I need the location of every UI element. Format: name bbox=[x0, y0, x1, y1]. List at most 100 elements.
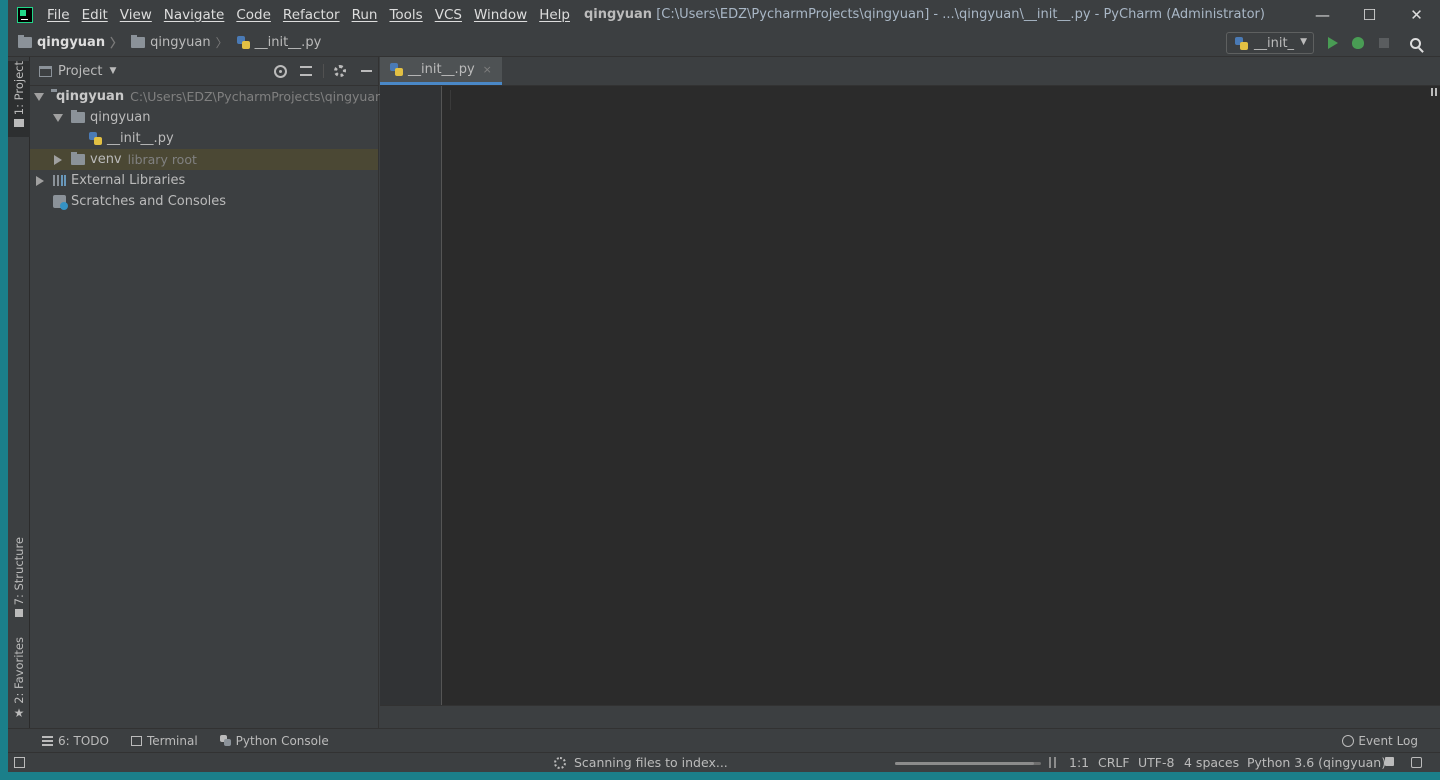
menu-edit[interactable]: Edit bbox=[82, 7, 108, 23]
bug-icon bbox=[1352, 37, 1364, 49]
pause-icon[interactable] bbox=[1049, 757, 1056, 768]
expand-arrow[interactable] bbox=[34, 92, 44, 101]
background-task-indicator[interactable]: Scanning files to index... bbox=[554, 755, 728, 770]
project-panel-title[interactable]: Project bbox=[58, 64, 102, 79]
tree-package-label: qingyuan bbox=[90, 110, 151, 125]
hide-panel-button[interactable] bbox=[358, 63, 374, 79]
run-configuration-dropdown[interactable]: __init_ ▼ bbox=[1226, 32, 1314, 54]
expand-arrow[interactable] bbox=[52, 154, 64, 165]
window-title-path: [C:\Users\EDZ\PycharmProjects\qingyuan] … bbox=[656, 7, 1265, 22]
menu-run[interactable]: Run bbox=[352, 7, 378, 23]
toggle-tool-windows-icon[interactable] bbox=[14, 757, 25, 768]
python-icon bbox=[1235, 36, 1248, 50]
file-encoding[interactable]: UTF-8 bbox=[1138, 755, 1174, 770]
python-console-tool-label: Python Console bbox=[235, 733, 329, 748]
package-folder-icon bbox=[71, 110, 85, 123]
breadcrumb-project[interactable]: qingyuan 〉 bbox=[18, 34, 122, 51]
menu-view[interactable]: View bbox=[120, 7, 152, 23]
tree-venv-label: venv bbox=[90, 152, 122, 167]
expand-arrow[interactable] bbox=[52, 113, 64, 122]
panel-settings-button[interactable] bbox=[332, 63, 348, 79]
search-everywhere-button[interactable] bbox=[1406, 34, 1424, 52]
tree-row-package[interactable]: qingyuan bbox=[30, 107, 378, 128]
tree-row-root[interactable]: qingyuan C:\Users\EDZ\PycharmProjects\qi… bbox=[30, 86, 383, 107]
python-interpreter[interactable]: Python 3.6 (qingyuan) bbox=[1247, 755, 1386, 770]
inspection-status-icon[interactable] bbox=[1431, 88, 1437, 96]
todo-list-icon bbox=[42, 735, 53, 746]
project-tool-tab[interactable]: 1: Project bbox=[8, 61, 30, 137]
chevron-down-icon[interactable]: ▼ bbox=[109, 66, 116, 76]
navigation-bar: qingyuan 〉 qingyuan 〉 __init__.py __init… bbox=[8, 29, 1440, 57]
close-window-button[interactable]: ✕ bbox=[1393, 0, 1440, 29]
search-icon bbox=[1409, 37, 1421, 49]
menu-help[interactable]: Help bbox=[539, 7, 570, 23]
editor-gutter bbox=[380, 86, 442, 705]
event-log-label: Event Log bbox=[1358, 734, 1418, 748]
debug-button[interactable] bbox=[1349, 34, 1367, 52]
close-tab-icon[interactable]: × bbox=[483, 63, 492, 76]
lock-icon[interactable] bbox=[1385, 757, 1394, 766]
pycharm-logo-icon bbox=[17, 6, 33, 23]
menu-vcs[interactable]: VCS bbox=[435, 7, 462, 23]
collapse-all-button[interactable] bbox=[298, 63, 314, 79]
structure-tool-tab-label: 7: Structure bbox=[12, 537, 26, 606]
locate-file-button[interactable] bbox=[272, 63, 288, 79]
python-file-icon bbox=[236, 36, 250, 49]
terminal-tool-button[interactable]: Terminal bbox=[130, 734, 198, 748]
star-icon: ★ bbox=[13, 705, 25, 720]
menu-refactor[interactable]: Refactor bbox=[283, 7, 340, 23]
indent-setting[interactable]: 4 spaces bbox=[1184, 755, 1239, 770]
tree-row-init-file[interactable]: __init__.py bbox=[30, 128, 378, 149]
left-tool-stripe: 1: Project 7: Structure 2: Favorites ★ bbox=[8, 57, 30, 751]
target-icon bbox=[273, 64, 287, 78]
maximize-button[interactable]: ☐ bbox=[1346, 0, 1393, 29]
indexing-progress-bar bbox=[895, 762, 1041, 765]
hector-icon[interactable] bbox=[1411, 757, 1422, 768]
library-icon bbox=[53, 175, 66, 186]
editor-tab-label: __init__.py bbox=[408, 62, 475, 77]
caret-position[interactable]: 1:1 bbox=[1069, 755, 1089, 770]
breadcrumb-separator: 〉 bbox=[215, 36, 228, 50]
window-controls: — ☐ ✕ bbox=[1299, 0, 1440, 29]
breadcrumb-package[interactable]: qingyuan 〉 bbox=[131, 34, 228, 51]
breadcrumb-file-label: __init__.py bbox=[254, 35, 322, 50]
chevron-down-icon: ▼ bbox=[1300, 37, 1307, 47]
run-button[interactable] bbox=[1324, 34, 1342, 52]
stop-button[interactable] bbox=[1375, 34, 1393, 52]
tree-external-libraries-label: External Libraries bbox=[71, 173, 186, 188]
stop-icon bbox=[1379, 38, 1389, 48]
run-icon bbox=[1328, 37, 1338, 49]
editor-scrollbar[interactable] bbox=[1426, 86, 1440, 705]
tree-row-scratches[interactable]: Scratches and Consoles bbox=[30, 191, 378, 212]
terminal-icon bbox=[130, 735, 142, 746]
tree-venv-hint: library root bbox=[127, 152, 197, 167]
spinner-icon bbox=[554, 756, 566, 769]
folder-icon bbox=[18, 35, 32, 48]
python-console-tool-button[interactable]: Python Console bbox=[219, 733, 329, 748]
favorites-tool-tab[interactable]: 2: Favorites ★ bbox=[8, 637, 30, 721]
favorites-tool-tab-label: 2: Favorites bbox=[12, 637, 26, 704]
line-separator[interactable]: CRLF bbox=[1098, 755, 1130, 770]
tree-row-external-libraries[interactable]: External Libraries bbox=[30, 170, 378, 191]
todo-tool-button[interactable]: 6: TODO bbox=[42, 734, 109, 748]
breadcrumb-project-label: qingyuan bbox=[37, 35, 106, 50]
chevron-down-icon bbox=[34, 92, 44, 101]
project-panel-header: Project ▼ bbox=[30, 57, 378, 86]
expand-arrow[interactable] bbox=[34, 175, 46, 186]
editor-tab-init-py[interactable]: __init__.py × bbox=[380, 57, 502, 85]
menu-code[interactable]: Code bbox=[236, 7, 271, 23]
event-log-button[interactable]: Event Log bbox=[1342, 734, 1418, 748]
project-view-icon bbox=[39, 65, 52, 77]
todo-tool-label: 6: TODO bbox=[58, 733, 109, 748]
menu-tools[interactable]: Tools bbox=[389, 7, 422, 23]
menu-file[interactable]: File bbox=[47, 7, 70, 23]
tree-row-venv[interactable]: venv library root bbox=[30, 149, 378, 170]
structure-tool-tab[interactable]: 7: Structure bbox=[8, 537, 30, 619]
folder-icon bbox=[71, 152, 85, 165]
menu-navigate[interactable]: Navigate bbox=[164, 7, 225, 23]
menu-window[interactable]: Window bbox=[474, 7, 527, 23]
chevron-right-icon bbox=[36, 175, 44, 186]
breadcrumb-file[interactable]: __init__.py bbox=[236, 35, 322, 50]
minimize-button[interactable]: — bbox=[1299, 0, 1346, 29]
title-bar: File Edit View Navigate Code Refactor Ru… bbox=[8, 0, 1440, 29]
